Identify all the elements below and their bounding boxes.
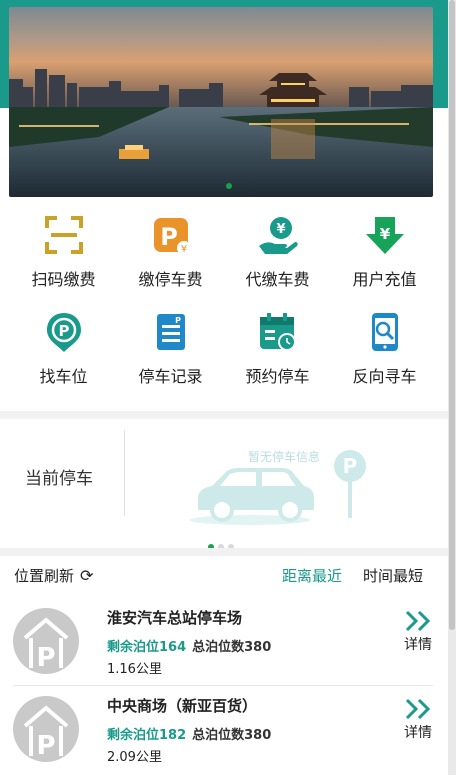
grid-label: 缴停车费 [138,270,203,289]
svg-text:P: P [160,223,178,251]
parking-lot-item[interactable]: P 中央商场（新亚百货） 剩余泊位182 总泊位数380 2.09公里 详情 [0,686,448,772]
section-divider [0,548,448,556]
svg-text:P: P [175,316,181,325]
grid-label: 反向寻车 [352,367,417,386]
remaining-spots: 剩余泊位164 [107,640,187,655]
svg-text:¥: ¥ [181,244,187,255]
find-spot-button[interactable]: P 找车位 [10,311,117,395]
scan-pay-button[interactable]: 扫码缴费 [10,214,117,298]
parking-sign-text: P [343,454,358,478]
vertical-divider [124,430,125,516]
parking-lot-avatar: P [13,696,79,762]
svg-text:P: P [36,643,55,673]
banner-indicator [226,183,232,189]
reserve-parking-icon [260,313,296,351]
grid-label: 扫码缴费 [31,270,96,289]
double-chevron-right-icon [405,698,431,720]
parking-lot-stats: 剩余泊位182 总泊位数380 [107,724,271,743]
detail-label: 详情 [404,725,432,741]
double-chevron-right-icon [405,610,431,632]
svg-text:¥: ¥ [276,222,285,237]
scrollbar-thumb[interactable] [449,0,455,630]
scan-icon [45,216,83,254]
proxy-pay-button[interactable]: ¥ 代缴车费 [224,214,331,298]
detail-button[interactable]: 详情 [398,698,438,742]
svg-text:P: P [59,322,70,340]
current-parking-card[interactable]: 当前停车 暂无停车信息 P [0,420,448,550]
total-spots: 总泊位数380 [192,728,272,743]
parking-lot-distance: 2.09公里 [107,750,162,765]
app-page: 扫码缴费 P ¥ 缴停车费 ¥ 代缴车费 ¥ 用户充值 P 找车位 P 停车记录… [0,0,448,775]
parking-lot-name: 中央商场（新亚百货） [107,697,258,715]
recharge-button[interactable]: ¥ 用户充值 [331,214,438,298]
parking-lot-item[interactable]: P 淮安汽车总站停车场 剩余泊位164 总泊位数380 1.16公里 详情 [0,598,448,684]
parking-record-button[interactable]: P 停车记录 [117,311,224,395]
parking-house-icon: P [23,705,69,761]
parking-lot-name: 淮安汽车总站停车场 [107,609,243,627]
refresh-icon: ⟳ [80,566,94,585]
empty-car-illustration: P [190,450,366,525]
remaining-spots: 剩余泊位182 [107,728,187,743]
list-header: 位置刷新 ⟳ 距离最近 时间最短 [0,556,448,594]
find-spot-icon: P [47,313,81,352]
parking-record-icon: P [157,314,185,350]
refresh-label: 位置刷新 [14,567,75,585]
parking-fee-icon: P ¥ [154,218,191,255]
svg-text:¥: ¥ [380,225,391,243]
parking-lot-stats: 剩余泊位164 总泊位数380 [107,636,271,655]
detail-label: 详情 [404,637,432,653]
refresh-location-button[interactable]: 位置刷新 ⟳ [14,565,93,586]
parking-fee-button[interactable]: P ¥ 缴停车费 [117,214,224,298]
reverse-find-car-icon [372,313,398,351]
grid-label: 找车位 [39,367,88,386]
parking-lot-avatar: P [13,608,79,674]
detail-button[interactable]: 详情 [398,610,438,654]
banner-image [9,7,433,197]
section-divider [0,411,448,419]
parking-house-icon: P [23,617,69,673]
recharge-icon: ¥ [366,217,404,254]
grid-label: 停车记录 [138,367,203,386]
current-parking-label: 当前停车 [25,469,93,489]
sort-shortest-time-tab[interactable]: 时间最短 [363,565,423,586]
sort-nearest-tab[interactable]: 距离最近 [282,565,342,586]
banner-carousel[interactable] [9,7,433,197]
total-spots: 总泊位数380 [192,640,272,655]
page-scrollbar[interactable] [448,0,456,775]
svg-text:P: P [36,731,55,761]
reserve-parking-button[interactable]: 预约停车 [224,311,331,395]
parking-lot-distance: 1.16公里 [107,662,162,677]
reverse-find-car-button[interactable]: 反向寻车 [331,311,438,395]
grid-label: 代缴车费 [245,270,310,289]
grid-label: 预约停车 [245,367,310,386]
proxy-pay-icon: ¥ [259,217,298,254]
grid-label: 用户充值 [352,270,417,289]
